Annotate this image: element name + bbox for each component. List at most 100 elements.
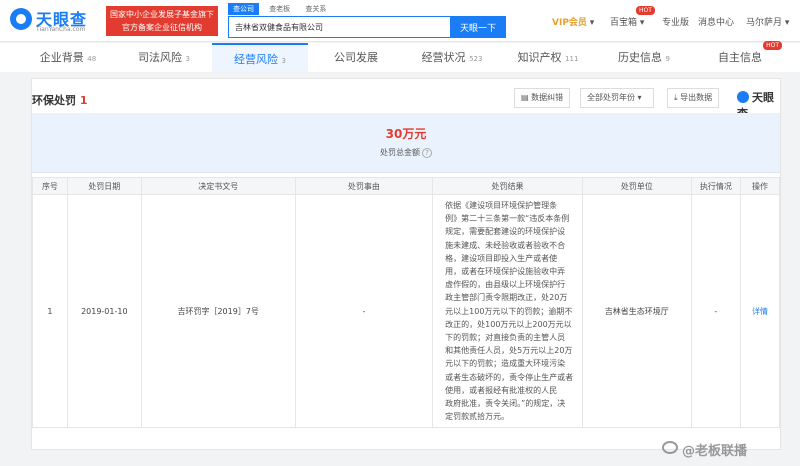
cell-date: 2019-01-10 xyxy=(66,193,142,429)
penalty-table: 序号 处罚日期 决定书文号 处罚事由 处罚结果 处罚单位 执行情况 操作 1 2… xyxy=(32,177,781,429)
details-link[interactable]: 详情 xyxy=(752,307,768,316)
tab-count: 523 xyxy=(469,55,483,63)
penalty-summary: 30万元 处罚总金额? xyxy=(32,113,780,173)
tab-count: 9 xyxy=(665,55,670,63)
user-menu[interactable]: 马尔萨月 ▾ xyxy=(746,15,789,29)
username: 马尔萨月 xyxy=(746,18,783,28)
help-icon[interactable]: ? xyxy=(422,148,432,158)
col-index: 序号 xyxy=(32,177,68,195)
chevron-down-icon: ▾ xyxy=(637,93,642,102)
year-filter-select[interactable]: 全部处罚年份 ▾ xyxy=(580,88,654,108)
tab-operating-risk[interactable]: 经营风险 3 xyxy=(212,43,308,72)
hot-badge: HOT xyxy=(763,41,782,50)
button-label: 数据纠错 xyxy=(531,93,564,102)
pro-version-link[interactable]: 专业版 xyxy=(662,15,689,29)
tab-count: 3 xyxy=(281,57,286,65)
chevron-down-icon: ▾ xyxy=(639,18,645,28)
cell-result: 依据《建设项目环境保护管理条 例》第二十三条第一款“违反本条例 规定，需要配套建… xyxy=(432,193,583,429)
tab-label: 知识产权 xyxy=(517,51,562,64)
vip-label: VIP会员 xyxy=(552,18,587,28)
result-line: 虚作假的，由县级以上环境保护行 xyxy=(445,280,566,290)
table-header-row: 序号 处罚日期 决定书文号 处罚事由 处罚结果 处罚单位 执行情况 操作 xyxy=(32,177,781,195)
result-line: 定罚款贰拾万元。 xyxy=(445,412,510,422)
result-line: 用，或者在环境保护设施验收中弄 xyxy=(445,267,566,277)
total-amount: 30万元 xyxy=(385,127,427,141)
tab-intellectual-property[interactable]: 知识产权 111 xyxy=(500,43,596,72)
result-line: 格，建设项目即投入生产或者使 xyxy=(445,253,558,263)
tab-label: 企业背景 xyxy=(39,51,84,64)
section-title-text: 环保处罚 xyxy=(32,94,76,107)
logo-url: TianYanCha.com xyxy=(36,26,86,33)
toolbox-link[interactable]: 百宝箱 ▾ HOT xyxy=(610,6,655,29)
tab-operating-status[interactable]: 经营状况 523 xyxy=(404,43,500,72)
weibo-icon xyxy=(662,441,678,454)
tab-count: 48 xyxy=(87,55,97,63)
table-row: 1 2019-01-10 吉环罚字［2019］7号 - 依据《建设项目环境保护管… xyxy=(32,193,781,429)
select-label: 全部处罚年份 xyxy=(587,93,635,102)
tab-count: 111 xyxy=(565,55,579,63)
top-header: 天眼查 TianYanCha.com 国家中小企业发展子基金旗下 官方备案企业征… xyxy=(0,0,800,42)
watermark-text: @老板联播 xyxy=(682,444,748,459)
col-reason: 处罚事由 xyxy=(294,177,434,195)
result-line: 改正的，处100万元以上200万元以 xyxy=(445,319,572,329)
label-text: 处罚总金额 xyxy=(380,148,420,157)
download-icon: ⤓ xyxy=(674,93,678,102)
result-line: 元以下的罚款；造成重大环境污染 xyxy=(445,359,566,369)
tab-label: 公司发展 xyxy=(334,51,378,64)
cell-doc-no: 吉环罚字［2019］7号 xyxy=(140,193,296,429)
credit-agency-badge[interactable]: 国家中小企业发展子基金旗下 官方备案企业征信机构 xyxy=(106,6,218,36)
tab-history[interactable]: 历史信息 9 xyxy=(596,43,692,72)
cell-status: - xyxy=(690,193,741,429)
hot-badge: HOT xyxy=(636,6,655,15)
col-result: 处罚结果 xyxy=(432,177,583,195)
result-line: 施未建成、未经验收或者验收不合 xyxy=(445,240,566,250)
total-amount-label: 处罚总金额? xyxy=(32,147,780,158)
export-data-button[interactable]: ⤓ 导出数据 xyxy=(667,88,720,108)
cell-action: 详情 xyxy=(739,193,781,429)
result-line: 或者生态破坏的，责令停止生产或者 xyxy=(445,372,574,382)
result-line: 依据《建设项目环境保护管理条 xyxy=(445,201,558,210)
col-action: 操作 xyxy=(739,177,781,195)
col-unit: 处罚单位 xyxy=(581,177,692,195)
tab-company-development[interactable]: 公司发展 xyxy=(308,43,404,72)
data-correction-button[interactable]: ▤ 数据纠错 xyxy=(514,88,571,108)
badge-line-1: 国家中小企业发展子基金旗下 xyxy=(110,10,214,19)
toolbox-label: 百宝箱 xyxy=(610,18,638,28)
message-center-link[interactable]: 消息中心 xyxy=(698,15,734,29)
badge-line-2: 官方备案企业征信机构 xyxy=(122,23,202,32)
cell-unit: 吉林省生态环境厅 xyxy=(581,193,692,429)
search-tab-relation[interactable]: 查关系 xyxy=(300,3,331,15)
tab-self-info[interactable]: 自主信息 HOT xyxy=(692,41,788,72)
result-line: 政府批准，责令关闭。”的规定，决 xyxy=(445,399,566,409)
section-count: 1 xyxy=(79,94,88,107)
env-penalty-card: 环保处罚 1 ▤ 数据纠错 全部处罚年份 ▾ ⤓ 导出数据 天眼查 30万元 处… xyxy=(31,78,781,450)
cell-reason: - xyxy=(294,193,434,429)
search-tab-boss[interactable]: 查老板 xyxy=(264,3,295,15)
search-tab-company[interactable]: 查公司 xyxy=(228,3,259,15)
section-title: 环保处罚 1 xyxy=(32,92,88,108)
result-line: 下的罚款；对直接负责的主管人员 xyxy=(445,333,566,343)
chevron-down-icon: ▾ xyxy=(589,18,595,28)
tab-label: 历史信息 xyxy=(618,51,663,64)
tab-label: 司法风险 xyxy=(138,51,183,64)
tab-label: 自主信息 xyxy=(718,51,762,64)
tab-count: 3 xyxy=(185,55,190,63)
col-doc-no: 决定书文号 xyxy=(140,177,296,195)
button-label: 导出数据 xyxy=(680,93,713,102)
tab-enterprise-background[interactable]: 企业背景 48 xyxy=(20,43,116,72)
search-button[interactable]: 天眼一下 xyxy=(450,16,506,38)
edit-icon: ▤ xyxy=(521,93,529,102)
vip-link[interactable]: VIP会员 ▾ xyxy=(552,15,594,29)
tianyancha-logo[interactable]: 天眼查 TianYanCha.com xyxy=(10,6,102,36)
result-line: 和其他责任人员，处5万元以上20万 xyxy=(445,346,573,356)
tab-judicial-risk[interactable]: 司法风险 3 xyxy=(116,43,212,72)
col-status: 执行情况 xyxy=(690,177,741,195)
search-input[interactable] xyxy=(228,16,450,38)
tab-label: 经营风险 xyxy=(234,53,279,66)
search-type-tabs: 查公司 查老板 查关系 xyxy=(228,3,333,15)
result-line: 规定，需要配套建设的环境保护设 xyxy=(445,227,566,237)
result-line: 元以上100万元以下的罚款；逾期不 xyxy=(445,306,573,316)
module-tabs: 企业背景 48 司法风险 3 经营风险 3 公司发展 经营状况 523 知识产权… xyxy=(0,41,800,72)
result-line: 使用，或者报经有批准权的人民 xyxy=(445,385,558,395)
col-date: 处罚日期 xyxy=(66,177,142,195)
